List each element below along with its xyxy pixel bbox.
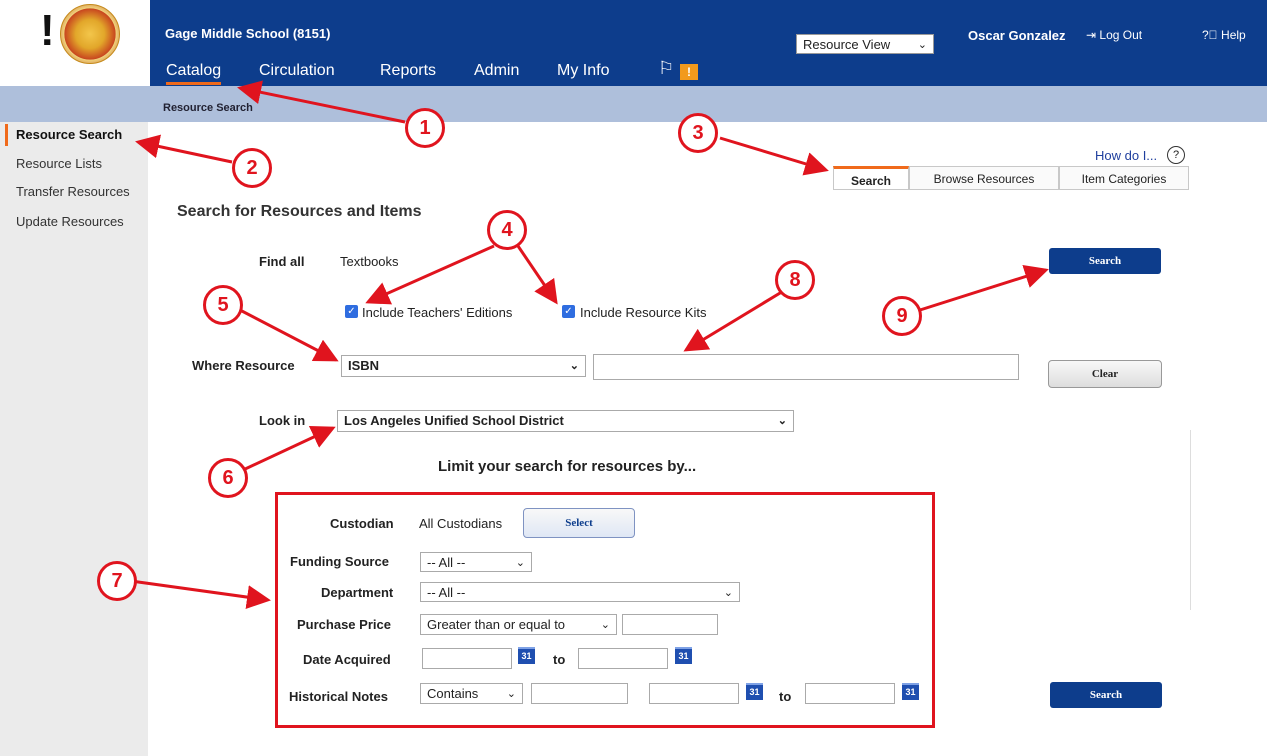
annotation-2: 2 xyxy=(232,148,272,188)
annotation-5: 5 xyxy=(203,285,243,325)
annotation-1: 1 xyxy=(405,108,445,148)
annotation-4: 4 xyxy=(487,210,527,250)
annotation-arrows xyxy=(130,80,1049,610)
annotation-8: 8 xyxy=(775,260,815,300)
annotation-3: 3 xyxy=(678,113,718,153)
annotation-6: 6 xyxy=(208,458,248,498)
annotation-9: 9 xyxy=(882,296,922,336)
annotation-7: 7 xyxy=(97,561,137,601)
